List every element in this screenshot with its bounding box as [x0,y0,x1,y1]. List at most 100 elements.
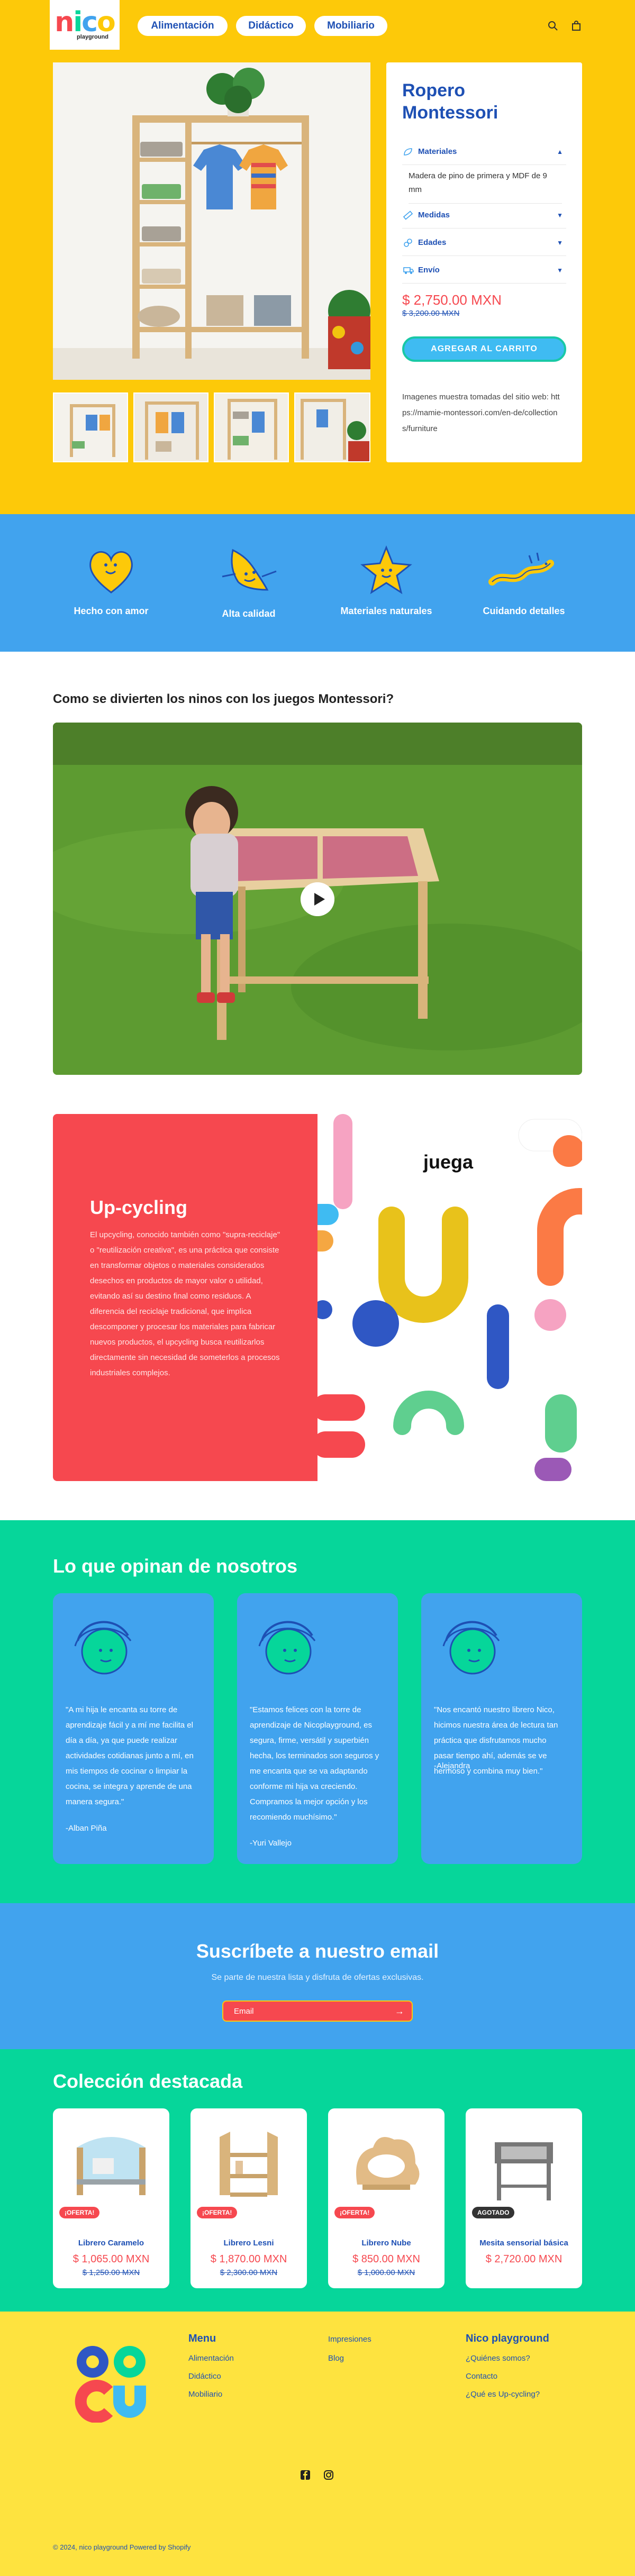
upcycling-text: El upcycling, conocido también como "sup… [90,1230,280,1377]
leaf-icon [404,148,412,156]
sale-badge: ¡OFERTA! [59,2207,100,2218]
upcycling-title: Up-cycling [90,1196,188,1218]
video-section-title: Como se divierten los ninos con los jueg… [53,692,394,706]
feature-alta-calidad: Alta calidad [222,608,276,619]
testimonial-card: "Nos encantó nuestro librero Nico, hicim… [421,1593,582,1864]
product-compare-price: $ 3,200.00 MXN [402,309,460,318]
chevron-up-icon: ▲ [557,148,563,156]
nav-mobiliario[interactable]: Mobiliario [314,16,387,36]
collection-title: Colección destacada [53,2070,243,2092]
footer-link-impresiones[interactable]: Impresiones [328,2335,371,2344]
product-image-nube[interactable] [336,2116,437,2216]
footer-logo[interactable] [69,2338,153,2423]
instagram-icon[interactable] [324,2470,333,2480]
product-thumbnail-1[interactable] [53,392,128,462]
footer-nico-title: Nico playground [466,2333,549,2344]
facebook-icon[interactable] [301,2470,310,2480]
testimonial-card: "A mi hija le encanta su torre de aprend… [53,1593,214,1864]
sale-badge: ¡OFERTA! [334,2207,375,2218]
logo-sub: playground [77,34,108,40]
product-price: $ 2,750.00 MXN [402,292,502,308]
brand-logo[interactable]: nico playground [50,0,120,50]
ruler-icon [403,211,413,220]
heart-character-icon [89,551,133,593]
link-icon [404,239,412,247]
footer-link-contacto[interactable]: Contacto [466,2372,497,2381]
product-thumbnail-2[interactable] [133,392,208,462]
product-price: $ 850.00 MXN [352,2253,420,2265]
chevron-down-icon: ▼ [557,266,563,274]
footer-link-quienes-somos[interactable]: ¿Quiénes somos? [466,2354,530,2363]
accordion-label: Medidas [418,211,450,220]
product-image-caramelo[interactable] [61,2116,161,2216]
copyright: © 2024, nico playground Powered by Shopi… [53,2543,191,2551]
accordion-label: Envío [418,266,440,275]
wardrobe-photo [53,62,370,380]
footer-link-alimentacion[interactable]: Alimentación [188,2354,234,2363]
face-avatar-icon [258,1621,316,1675]
accordion-edades[interactable]: Edades ▼ [402,230,566,256]
snake-character-icon [488,552,554,586]
star-character-icon [360,545,412,595]
product-thumbnail-4[interactable] [294,392,370,462]
product-image-mesita[interactable] [474,2116,574,2216]
feature-cuidando-detalles: Cuidando detalles [483,606,565,616]
upcycling-image: juega [318,1114,582,1481]
product-title: Ropero Montessori [402,80,498,123]
truck-icon [403,267,414,274]
footer-link-didactico[interactable]: Didáctico [188,2372,221,2381]
footer-menu-title: Menu [188,2333,216,2344]
product-old-price: $ 1,000.00 MXN [357,2268,415,2277]
email-field[interactable]: Email → [222,2000,413,2022]
face-avatar-icon [442,1621,500,1675]
chevron-down-icon: ▼ [557,211,563,219]
newsletter-title: Suscríbete a nuestro email [196,1940,439,1962]
accordion-materiales[interactable]: Materiales ▲ [402,139,566,165]
accordion-envio[interactable]: Envío ▼ [402,257,566,284]
play-icon[interactable] [301,882,334,916]
nav-alimentacion[interactable]: Alimentación [138,16,228,36]
product-image-lesni[interactable] [198,2116,299,2216]
accordion-medidas[interactable]: Medidas ▼ [402,202,566,229]
product-main-image[interactable] [53,62,370,380]
accordion-label: Materiales [418,147,457,156]
testimonial-author: -Alban Piña [66,1824,107,1833]
feature-materiales-naturales: Materiales naturales [340,606,432,616]
product-price: $ 2,720.00 MXN [485,2253,563,2265]
wave-character-icon [222,549,277,591]
sold-out-badge: AGOTADO [472,2207,515,2218]
product-name[interactable]: Librero Caramelo [53,2239,169,2248]
email-placeholder: Email [234,2006,254,2016]
testimonial-text: "A mi hija le encanta su torre de aprend… [66,1705,194,1806]
product-name[interactable]: Librero Nube [328,2239,444,2248]
testimonial-author: -Alejandra [434,1761,470,1770]
product-note: Imagenes muestra tomadas del sitio web: … [402,392,560,433]
product-price: $ 1,870.00 MXN [210,2253,287,2265]
accordion-label: Edades [418,238,447,247]
product-name[interactable]: Mesita sensorial básica [466,2239,582,2248]
add-to-cart-button[interactable]: AGREGAR AL CARRITO [402,336,566,362]
bag-icon[interactable] [570,20,582,32]
product-name[interactable]: Librero Lesni [190,2239,307,2248]
face-avatar-icon [74,1621,132,1675]
logo-wordmark: nico [55,6,115,38]
nav-didactico[interactable]: Didáctico [236,16,306,36]
footer-link-blog[interactable]: Blog [328,2354,344,2363]
sale-badge: ¡OFERTA! [197,2207,238,2218]
product-price: $ 1,065.00 MXN [72,2253,150,2265]
feature-hecho-con-amor: Hecho con amor [74,606,149,616]
chevron-down-icon: ▼ [557,239,563,246]
testimonial-text: "Estamos felices con la torre de aprendi… [250,1705,379,1822]
product-thumbnail-3[interactable] [214,392,289,462]
footer-link-upcycling[interactable]: ¿Qué es Up-cycling? [466,2390,540,2399]
footer-link-mobiliario[interactable]: Mobiliario [188,2390,222,2399]
testimonials-title: Lo que opinan de nosotros [53,1555,297,1577]
search-icon[interactable] [547,20,559,32]
testimonial-card: "Estamos felices con la torre de aprendi… [237,1593,398,1864]
product-old-price: $ 2,300.00 MXN [220,2268,278,2277]
juega-word: juega [423,1151,474,1173]
testimonial-author: -Yuri Vallejo [250,1839,292,1848]
accordion-content-materiales: Madera de pino de primera y MDF de 9 mm [409,169,562,204]
arrow-right-icon[interactable]: → [395,2006,404,2017]
product-old-price: $ 1,250.00 MXN [82,2268,140,2277]
